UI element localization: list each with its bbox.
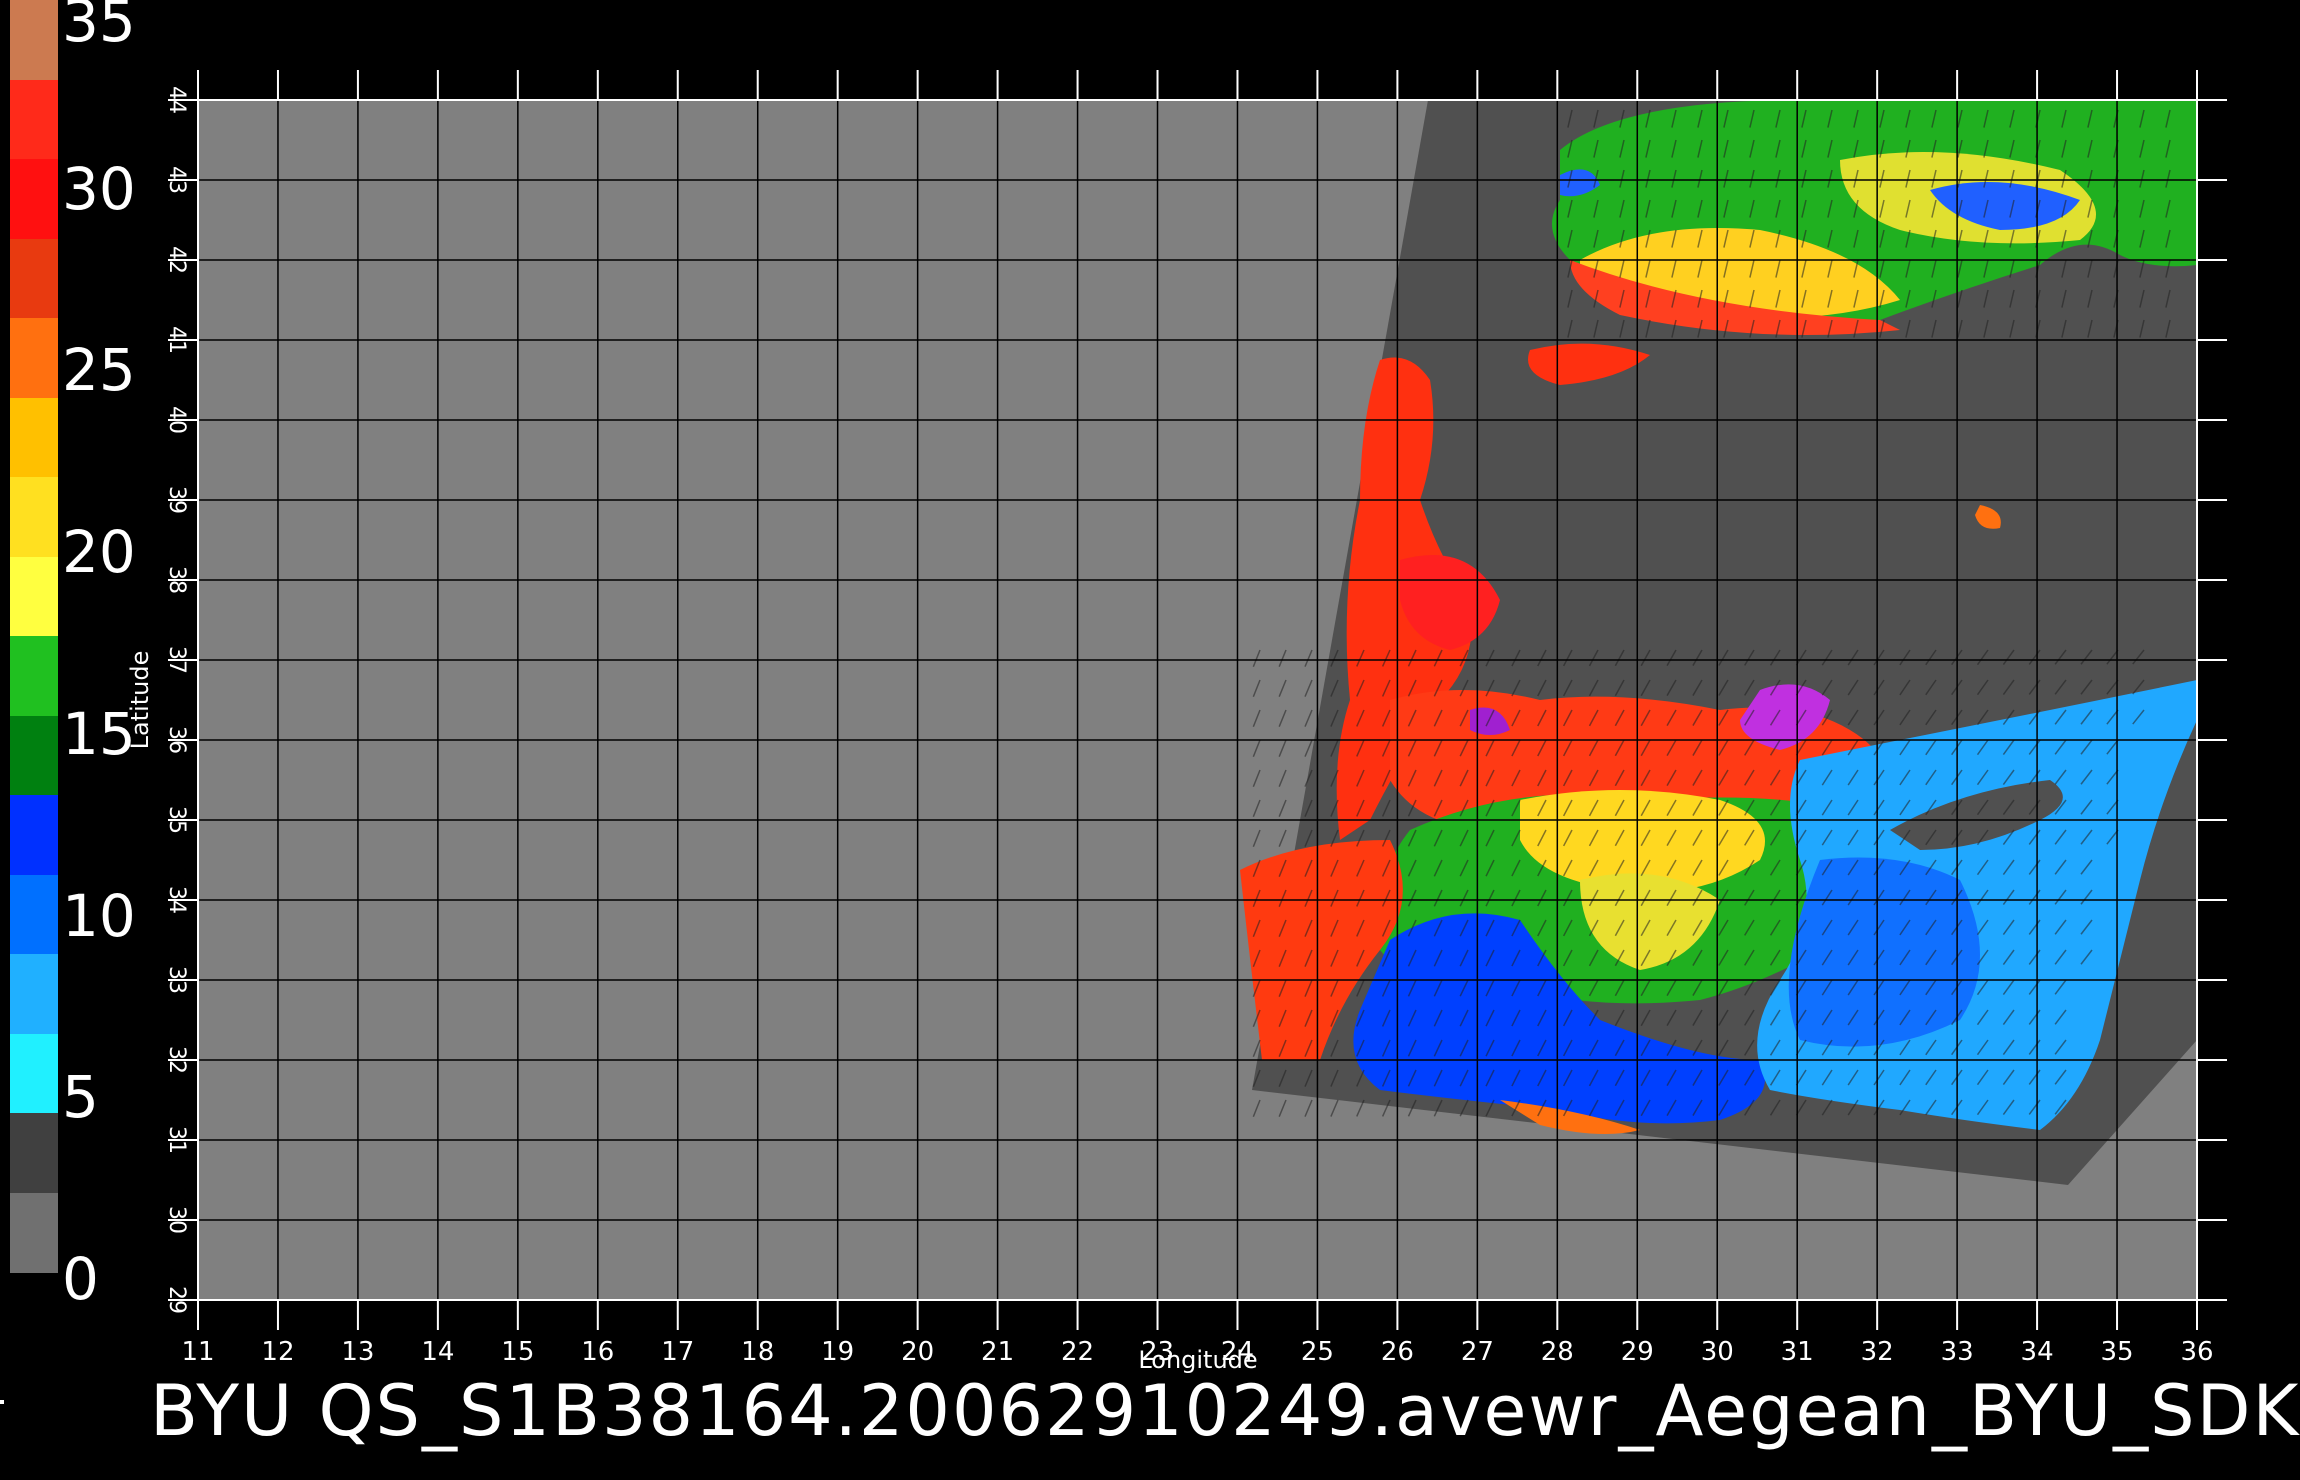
y-tick-label: 40 — [164, 406, 189, 434]
x-tick-label: 34 — [2021, 1337, 2054, 1367]
y-axis-label: Latitude — [126, 651, 154, 750]
y-tick-label: 32 — [164, 1046, 189, 1074]
y-tick-labels: 29 30 31 32 33 34 35 36 37 38 39 40 41 42 43 44 — [164, 86, 189, 1314]
x-tick-label: 20 — [901, 1337, 934, 1367]
x-tick-label: 26 — [1381, 1337, 1414, 1367]
product-title: BYU QS_S1B38164.20062910249.avewr_Aegean… — [150, 1370, 2300, 1452]
x-tick-label: 33 — [1941, 1337, 1974, 1367]
y-tick-label: 43 — [164, 166, 189, 194]
x-tick-label: 17 — [661, 1337, 694, 1367]
y-tick-label: 39 — [164, 486, 189, 514]
y-tick-label: 41 — [164, 326, 189, 354]
x-tick-label: 11 — [181, 1337, 214, 1367]
x-tick-label: 25 — [1301, 1337, 1334, 1367]
y-tick-label: 44 — [164, 86, 189, 114]
x-tick-label: 18 — [741, 1337, 774, 1367]
x-tick-label: 31 — [1781, 1337, 1814, 1367]
y-tick-label: 36 — [164, 726, 189, 754]
x-tick-label: 16 — [581, 1337, 614, 1367]
wind-speed-map: 11 12 13 14 15 16 17 18 19 20 21 22 23 24 25 26 27 28 29 30… — [126, 70, 2227, 1374]
x-tick-label: 19 — [821, 1337, 854, 1367]
x-tick-label: 27 — [1461, 1337, 1494, 1367]
x-tick-label: 35 — [2100, 1337, 2133, 1367]
x-tick-label: 21 — [981, 1337, 1014, 1367]
x-tick-label: 14 — [421, 1337, 454, 1367]
x-tick-label: 30 — [1701, 1337, 1734, 1367]
x-tick-label: 15 — [501, 1337, 534, 1367]
y-tick-label: 30 — [164, 1206, 189, 1234]
y-tick-label: 37 — [164, 646, 189, 674]
x-tick-label: 36 — [2180, 1337, 2213, 1367]
y-tick-label: 33 — [164, 966, 189, 994]
y-tick-label: 38 — [164, 566, 189, 594]
y-tick-label: 34 — [164, 886, 189, 914]
x-tick-label: 32 — [1861, 1337, 1894, 1367]
y-tick-label: 42 — [164, 246, 189, 274]
x-tick-label: 13 — [341, 1337, 374, 1367]
x-tick-label: 12 — [261, 1337, 294, 1367]
y-tick-label: 35 — [164, 806, 189, 834]
y-tick-label: 29 — [164, 1286, 189, 1314]
footer-dot — [0, 1400, 4, 1404]
x-tick-label: 22 — [1061, 1337, 1094, 1367]
x-tick-label: 28 — [1541, 1337, 1574, 1367]
x-tick-label: 29 — [1621, 1337, 1654, 1367]
y-tick-label: 31 — [164, 1126, 189, 1154]
